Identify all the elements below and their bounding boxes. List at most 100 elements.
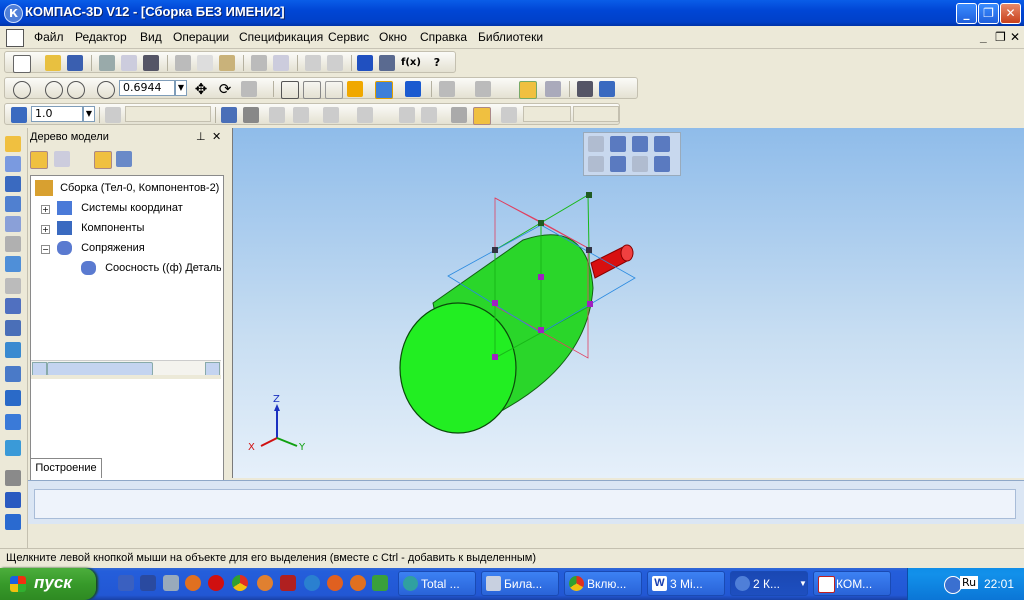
start-button[interactable]: пуск: [0, 568, 96, 600]
menu-service[interactable]: Сервис: [328, 30, 369, 44]
filter-icon[interactable]: [439, 81, 455, 97]
help-pointer-icon[interactable]: ?: [429, 55, 445, 71]
quicklaunch-app-icon[interactable]: [163, 575, 179, 591]
menu-operations[interactable]: Операции: [173, 30, 229, 44]
perspective-icon[interactable]: [405, 81, 421, 97]
rotate-icon[interactable]: ⟳: [217, 81, 233, 97]
snap-active-icon[interactable]: [519, 81, 537, 99]
menu-file[interactable]: Файл: [34, 30, 64, 44]
tree-close-icon[interactable]: ✕: [212, 130, 221, 143]
task-word[interactable]: W 3 Mi...: [647, 571, 725, 596]
undo-icon[interactable]: [305, 55, 321, 71]
kompas-app-icon[interactable]: К: [4, 4, 23, 23]
zoom-in-icon[interactable]: [45, 81, 63, 99]
quicklaunch-app6-icon[interactable]: [372, 575, 388, 591]
tree-node-coords[interactable]: Системы координат: [57, 201, 183, 215]
tree-structure-icon[interactable]: [30, 151, 48, 169]
shaded-icon[interactable]: [347, 81, 363, 97]
tree-node-components[interactable]: Компоненты: [57, 221, 144, 235]
cursor-step-icon[interactable]: [11, 107, 27, 123]
properties-icon[interactable]: [251, 55, 267, 71]
dimensions-icon[interactable]: [5, 236, 21, 252]
copy-icon[interactable]: [197, 55, 213, 71]
clock[interactable]: 22:01: [984, 577, 1014, 591]
doc-minimize-button[interactable]: _: [980, 30, 987, 44]
shaded-edges-icon[interactable]: [375, 81, 393, 99]
surfaces-icon[interactable]: [5, 216, 21, 232]
quicklaunch-app5-icon[interactable]: [350, 575, 366, 591]
components-icon[interactable]: [5, 176, 21, 192]
task-kompas-doc[interactable]: КОМ...: [813, 571, 891, 596]
print-icon[interactable]: [99, 55, 115, 71]
library-manager-icon[interactable]: [379, 55, 395, 71]
menu-editor[interactable]: Редактор: [75, 30, 127, 44]
document-icon[interactable]: [6, 29, 24, 47]
tree-root[interactable]: Сборка (Тел-0, Компонентов-2): [35, 180, 219, 196]
zoom-scale-dropdown[interactable]: ▼: [175, 80, 187, 96]
quicklaunch-app4-icon[interactable]: [327, 575, 343, 591]
quicklaunch-firefox2-icon[interactable]: [257, 575, 273, 591]
tree-view-icon[interactable]: [54, 151, 70, 167]
tree-node-concentric[interactable]: Соосность ((ф) Деталь: [81, 261, 221, 275]
edit-part-icon[interactable]: [5, 136, 21, 152]
variables-icon[interactable]: f(x): [401, 55, 421, 71]
tree-filter-icon[interactable]: [116, 151, 132, 167]
animation-icon[interactable]: [5, 440, 21, 456]
sheet-metal-icon[interactable]: [5, 470, 21, 486]
orientation-icon[interactable]: [241, 81, 257, 97]
close-button[interactable]: ✕: [1000, 3, 1021, 24]
quicklaunch-app2-icon[interactable]: [280, 575, 296, 591]
zoom-out-icon[interactable]: [67, 81, 85, 99]
zoom-window-icon[interactable]: [13, 81, 31, 99]
step-dropdown[interactable]: ▼: [83, 106, 95, 122]
3d-viewport[interactable]: Z X Y: [232, 128, 1024, 478]
quicklaunch-desktop-icon[interactable]: [118, 575, 134, 591]
report-icon[interactable]: [5, 298, 21, 314]
redo-icon[interactable]: [327, 55, 343, 71]
library-icon[interactable]: [5, 366, 21, 382]
quicklaunch-app3-icon[interactable]: [304, 575, 320, 591]
save-icon[interactable]: [67, 55, 83, 71]
maximize-button[interactable]: ❐: [978, 3, 999, 24]
task-total-commander[interactable]: Total ...: [398, 571, 476, 596]
cut-icon[interactable]: [175, 55, 191, 71]
tree-node-mates[interactable]: Сопряжения: [57, 241, 145, 255]
measure-vertical-icon[interactable]: [5, 320, 21, 336]
zoom-scale-icon[interactable]: [97, 81, 115, 99]
geometry-icon[interactable]: [5, 156, 21, 172]
local-cs-icon[interactable]: [221, 107, 237, 123]
expander-coords[interactable]: +: [41, 205, 50, 214]
menu-specification[interactable]: Спецификация: [239, 30, 323, 44]
scroll-thumb[interactable]: [47, 362, 153, 376]
manager-icon[interactable]: [357, 55, 373, 71]
menu-libraries[interactable]: Библиотеки: [478, 30, 543, 44]
filter2-icon[interactable]: [475, 81, 491, 97]
menu-window[interactable]: Окно: [379, 30, 407, 44]
tree-lock-icon[interactable]: [94, 151, 112, 169]
tree-hscrollbar[interactable]: [31, 360, 221, 376]
menu-help[interactable]: Справка: [420, 30, 467, 44]
scroll-left-button[interactable]: [32, 362, 47, 376]
paste-icon[interactable]: [219, 55, 235, 71]
select-icon[interactable]: [5, 342, 21, 358]
wireframe-icon[interactable]: [281, 81, 299, 99]
measure-icon[interactable]: [545, 81, 561, 97]
list-icon[interactable]: [273, 55, 289, 71]
corner-icon[interactable]: [451, 107, 467, 123]
assembly-model[interactable]: [233, 128, 1024, 478]
scroll-right-button[interactable]: [205, 362, 220, 376]
quicklaunch-firefox-icon[interactable]: [185, 575, 201, 591]
quicklaunch-explorer-icon[interactable]: [140, 575, 156, 591]
new-document-icon[interactable]: [13, 55, 31, 73]
specification-icon[interactable]: [5, 278, 21, 294]
doc-restore-button[interactable]: ❐: [995, 30, 1006, 44]
menu-view[interactable]: Вид: [140, 30, 162, 44]
task-kompas-group[interactable]: 2 К... ▼: [730, 571, 808, 596]
quicklaunch-chrome-icon[interactable]: [232, 575, 248, 591]
filter-vertical-icon[interactable]: [5, 256, 21, 272]
rebuild-icon[interactable]: [577, 81, 593, 97]
pin-icon[interactable]: ⊥: [196, 130, 206, 143]
refresh-icon[interactable]: [599, 81, 615, 97]
hidden-lines-thin-icon[interactable]: [325, 81, 343, 99]
tray-language[interactable]: Ru: [960, 576, 979, 589]
